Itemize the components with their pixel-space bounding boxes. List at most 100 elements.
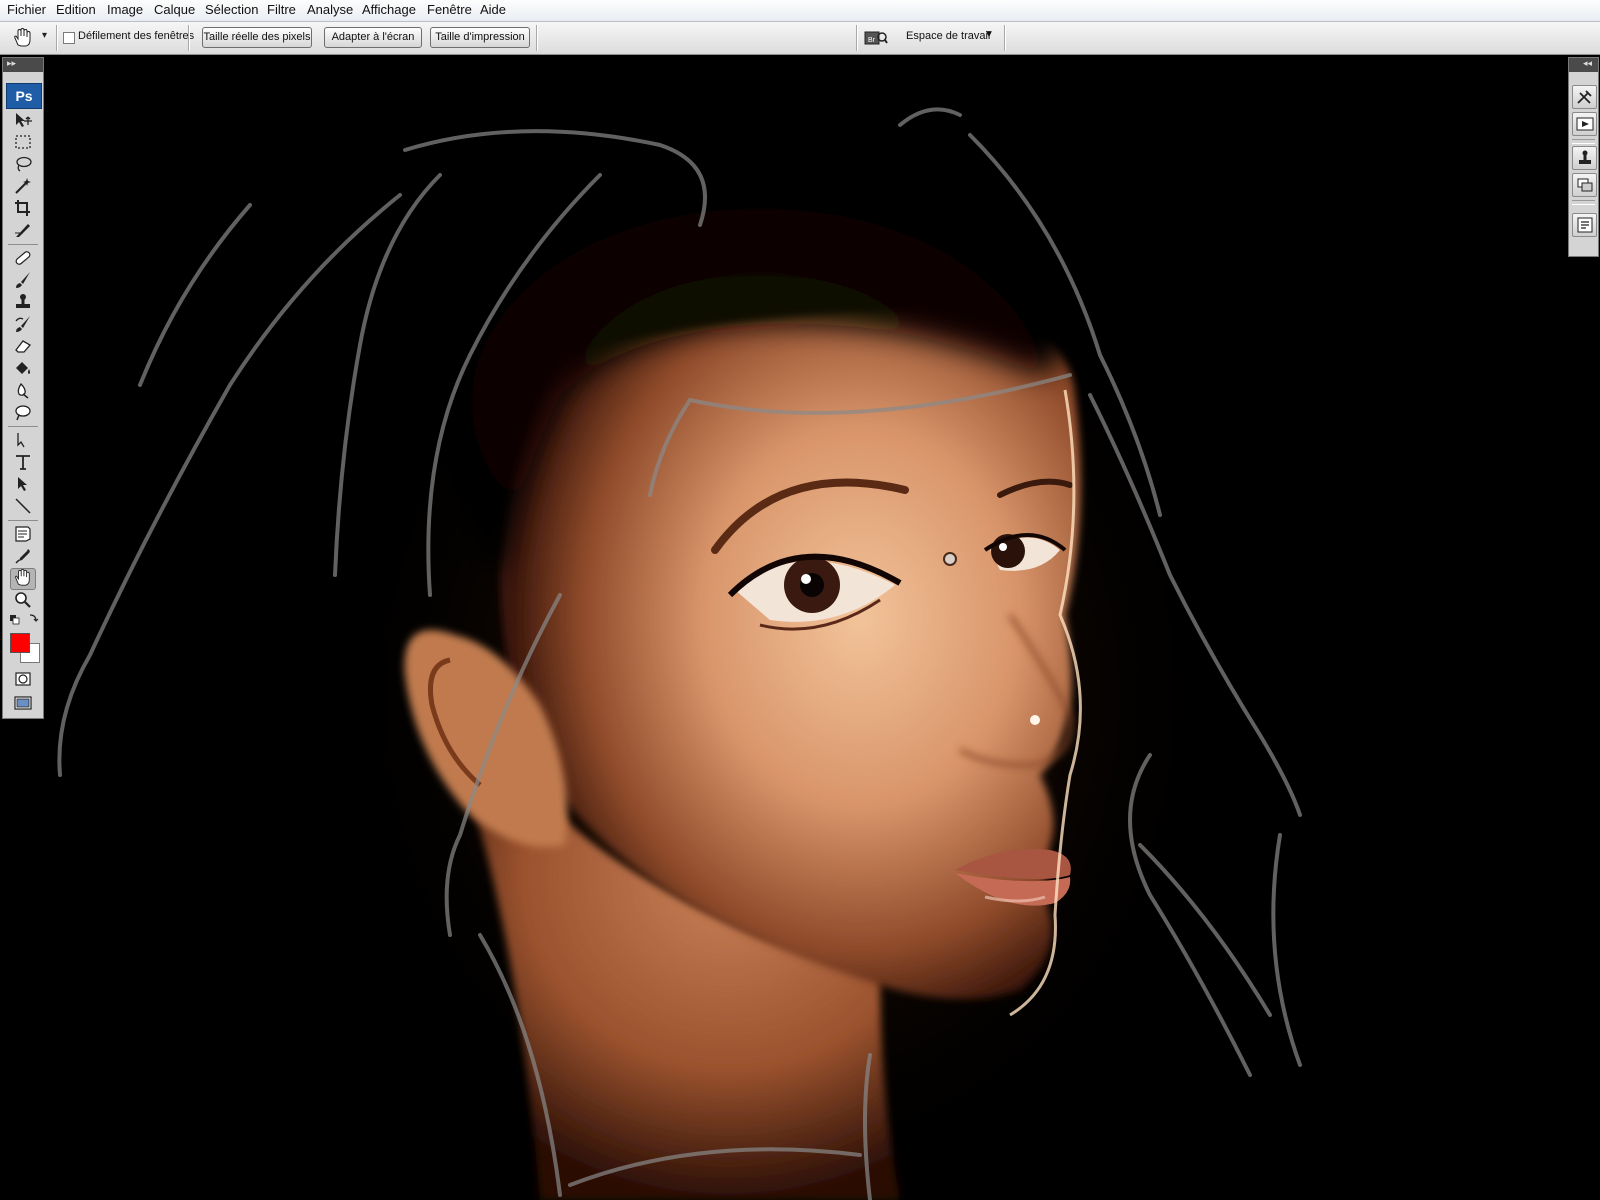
- eraser-icon: [15, 340, 32, 353]
- path-selection-icon: [17, 433, 25, 448]
- dodge-icon: [15, 405, 31, 421]
- hand-icon: [14, 28, 31, 47]
- notes-icon: [15, 526, 31, 542]
- divider: [8, 520, 38, 521]
- tool-preset-picker[interactable]: ▾: [10, 26, 52, 50]
- quick-mask-icon: [15, 672, 31, 686]
- divider: [1572, 139, 1595, 144]
- clone-stamp-icon: [16, 294, 30, 308]
- actions-button[interactable]: [1572, 112, 1597, 136]
- double-chevron-right-icon: ▸▸: [7, 58, 17, 68]
- crop-tool[interactable]: [11, 199, 35, 219]
- zoom-tool[interactable]: [11, 591, 35, 611]
- healing-brush-tool[interactable]: [11, 249, 35, 269]
- clone-source-button[interactable]: [1572, 146, 1597, 170]
- lasso-tool[interactable]: [11, 155, 35, 175]
- menu-analyse[interactable]: Analyse: [307, 2, 353, 17]
- divider: [856, 25, 857, 51]
- zoom-icon: [15, 592, 31, 608]
- print-size-button[interactable]: Taille d'impression: [430, 27, 530, 48]
- menu-edition[interactable]: Edition: [56, 2, 96, 17]
- hand-tool[interactable]: [10, 568, 36, 590]
- healing-brush-icon: [15, 251, 31, 265]
- menu-fichier[interactable]: Fichier: [7, 2, 46, 17]
- line-icon: [15, 498, 31, 514]
- divider: [1572, 200, 1595, 205]
- magic-wand-tool[interactable]: [11, 177, 35, 197]
- divider: [56, 25, 57, 51]
- eraser-tool[interactable]: [11, 337, 35, 357]
- dodge-tool[interactable]: [11, 403, 35, 423]
- info-button[interactable]: [1572, 213, 1597, 237]
- direct-selection-icon: [18, 477, 27, 491]
- menu-image[interactable]: Image: [107, 2, 143, 17]
- move-icon: [16, 113, 32, 127]
- type-icon: [16, 455, 30, 470]
- screen-mode-icon: [14, 696, 32, 710]
- menu-affichage[interactable]: Affichage: [362, 2, 416, 17]
- history-brush-tool[interactable]: [11, 315, 35, 335]
- panel-grip[interactable]: ▸▸: [3, 58, 43, 72]
- panel-grip[interactable]: ◂◂: [1569, 58, 1598, 72]
- divider: [188, 25, 189, 51]
- scroll-all-windows-label: Défilement des fenêtres: [78, 30, 195, 42]
- history-brush-icon: [15, 316, 30, 332]
- color-controls[interactable]: [8, 611, 40, 625]
- move-tool[interactable]: [11, 111, 35, 131]
- type-tool[interactable]: [11, 453, 35, 473]
- blur-tool[interactable]: [11, 381, 35, 401]
- clone-source-icon: [1578, 150, 1591, 164]
- divider: [8, 426, 38, 427]
- menu-fenetre[interactable]: Fenêtre: [427, 2, 472, 17]
- quick-mask-button[interactable]: [11, 670, 35, 690]
- svg-text:Br: Br: [868, 37, 876, 44]
- menu-selection[interactable]: Sélection: [205, 2, 258, 17]
- line-tool[interactable]: [11, 497, 35, 517]
- marquee-icon: [15, 135, 31, 149]
- double-chevron-left-icon: ◂◂: [1583, 58, 1593, 68]
- menu-aide[interactable]: Aide: [480, 2, 506, 17]
- actions-icon: [1576, 117, 1593, 131]
- brush-icon: [16, 272, 30, 288]
- info-icon: [1577, 217, 1592, 233]
- portrait-painting: [57, 107, 1302, 1200]
- default-colors-icon: [10, 614, 39, 625]
- ps-logo[interactable]: Ps: [6, 83, 42, 109]
- magic-wand-icon: [15, 178, 31, 194]
- tool-presets-button[interactable]: [1572, 85, 1597, 109]
- layer-comps-icon: [1577, 178, 1592, 192]
- screen-mode-button[interactable]: [11, 694, 35, 714]
- menu-filtre[interactable]: Filtre: [267, 2, 296, 17]
- lasso-icon: [16, 156, 32, 172]
- menu-bar: Fichier Edition Image Calque Sélection F…: [0, 0, 1600, 22]
- workspace-menu-label[interactable]: Espace de travail: [906, 30, 990, 42]
- divider: [1004, 25, 1005, 51]
- actual-pixels-button[interactable]: Taille réelle des pixels: [202, 27, 312, 48]
- scroll-all-windows-checkbox[interactable]: [63, 32, 75, 44]
- paint-bucket-icon: [16, 362, 30, 374]
- slice-icon: [15, 224, 30, 237]
- divider: [536, 25, 537, 51]
- document-canvas[interactable]: [0, 55, 1600, 1200]
- tools-preset-icon: [1576, 90, 1592, 104]
- paint-bucket-tool[interactable]: [11, 359, 35, 379]
- bridge-icon[interactable]: Br: [864, 28, 888, 48]
- eyedropper-tool[interactable]: [11, 547, 35, 567]
- slice-tool[interactable]: [11, 221, 35, 241]
- clone-stamp-tool[interactable]: [11, 293, 35, 313]
- caret-down-icon[interactable]: ▼: [984, 29, 994, 40]
- panel-dock: ◂◂: [1568, 57, 1599, 257]
- marquee-tool[interactable]: [11, 133, 35, 153]
- direct-selection-tool[interactable]: [11, 475, 35, 495]
- hand-icon: [15, 569, 30, 586]
- notes-tool[interactable]: [11, 525, 35, 545]
- layer-comps-button[interactable]: [1572, 173, 1597, 197]
- options-bar: ▾ Défilement des fenêtres Taille réelle …: [0, 22, 1600, 55]
- foreground-color-swatch[interactable]: [10, 633, 30, 653]
- menu-calque[interactable]: Calque: [154, 2, 195, 17]
- crop-icon: [15, 200, 30, 216]
- path-selection-tool[interactable]: [11, 431, 35, 451]
- brush-tool[interactable]: [11, 271, 35, 291]
- fit-screen-button[interactable]: Adapter à l'écran: [324, 27, 422, 48]
- divider: [8, 244, 38, 245]
